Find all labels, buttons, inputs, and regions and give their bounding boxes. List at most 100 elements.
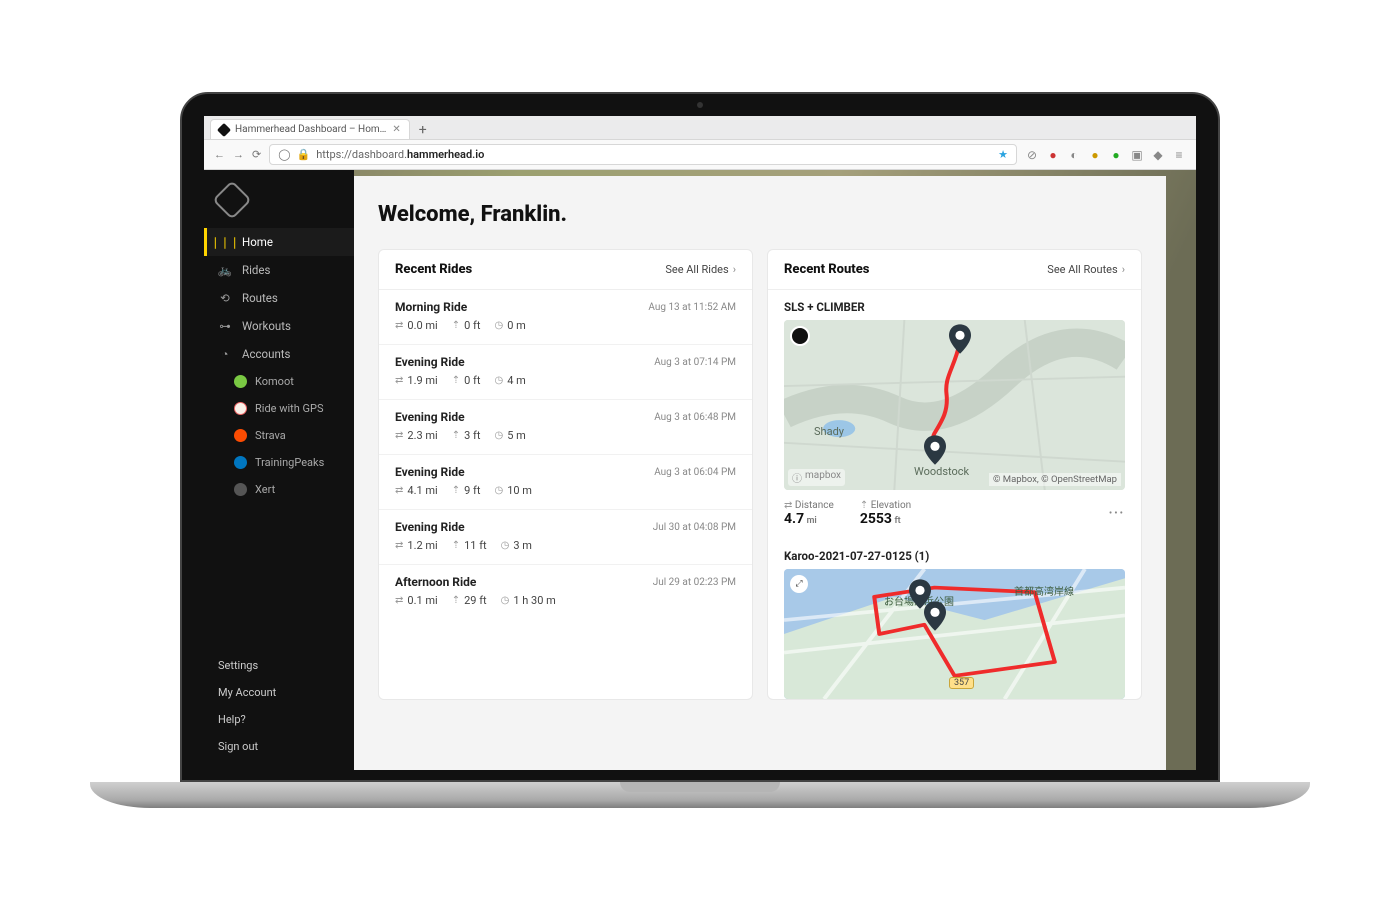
- camera-dot: [697, 102, 703, 108]
- ext-icon[interactable]: ◆: [1151, 148, 1165, 162]
- app-viewport: ❘❘❘ Home 🚲 Rides ⟲ Routes ⊶: [204, 170, 1196, 770]
- ride-row[interactable]: Evening RideJul 30 at 04:08 PM⇄1.2 mi⇡11…: [379, 510, 752, 565]
- road-shield: 357: [949, 677, 974, 689]
- ext-icon[interactable]: ●: [1046, 148, 1060, 162]
- card-title: Recent Routes: [784, 262, 869, 277]
- ext-icon[interactable]: ⊘: [1025, 148, 1039, 162]
- duration-icon: ◷: [501, 595, 510, 606]
- ext-icon[interactable]: ▣: [1130, 148, 1144, 162]
- distance-icon: ⇄: [395, 595, 403, 606]
- footer-sign-out[interactable]: Sign out: [204, 733, 354, 760]
- distance-icon: ⇄: [784, 500, 792, 511]
- center-map-icon[interactable]: [790, 326, 810, 346]
- sidebar-item-routes[interactable]: ⟲ Routes: [204, 284, 354, 312]
- sidebar-item-rides[interactable]: 🚲 Rides: [204, 256, 354, 284]
- map-pin-icon: [924, 601, 946, 631]
- bike-icon: 🚲: [218, 263, 232, 277]
- screen-bezel: Hammerhead Dashboard – Hom… ✕ + ← → ⟳ ◯ …: [180, 92, 1220, 782]
- bookmark-star-icon[interactable]: ★: [998, 148, 1008, 161]
- sidebar-item-home[interactable]: ❘❘❘ Home: [204, 228, 354, 256]
- ext-icon[interactable]: ●: [1109, 148, 1123, 162]
- see-all-rides-link[interactable]: See All Rides›: [665, 263, 736, 276]
- sidebar-nav: ❘❘❘ Home 🚲 Rides ⟲ Routes ⊶: [204, 228, 354, 503]
- account-link-xert[interactable]: Xert: [204, 476, 354, 503]
- browser-extensions: ⊘ ● ◐ ● ● ▣ ◆ ≡: [1025, 148, 1186, 162]
- url-bar[interactable]: ◯ 🔒 https://dashboard.hammerhead.io ★: [269, 144, 1017, 165]
- card-recent-rides: Recent Rides See All Rides› Morning Ride…: [378, 249, 753, 700]
- account-link-komoot[interactable]: Komoot: [204, 368, 354, 395]
- dashboard-cards: Recent Rides See All Rides› Morning Ride…: [378, 249, 1142, 700]
- ride-stats: ⇄2.3 mi⇡3 ft◷5 m: [395, 429, 736, 442]
- browser-tab[interactable]: Hammerhead Dashboard – Hom… ✕: [210, 119, 410, 139]
- new-tab-button[interactable]: +: [410, 121, 436, 139]
- close-tab-icon[interactable]: ✕: [392, 124, 400, 135]
- reload-button[interactable]: ⟳: [252, 148, 261, 161]
- sidebar-item-accounts[interactable]: ◔ Accounts: [204, 340, 354, 368]
- ext-icon[interactable]: ●: [1088, 148, 1102, 162]
- distance-icon: ⇄: [395, 540, 403, 551]
- ride-stats: ⇄4.1 mi⇡9 ft◷10 m: [395, 484, 736, 497]
- service-dot-icon: [234, 375, 247, 388]
- card-title: Recent Rides: [395, 262, 472, 277]
- footer-settings[interactable]: Settings: [204, 652, 354, 679]
- elevation-icon: ⇡: [452, 430, 460, 441]
- footer-help[interactable]: Help?: [204, 706, 354, 733]
- browser-menu-icon[interactable]: ≡: [1172, 148, 1186, 162]
- forward-button[interactable]: →: [233, 148, 244, 161]
- route-item[interactable]: Karoo-2021-07-27-0125 (1) ⤢: [768, 539, 1141, 699]
- browser-toolbar: ← → ⟳ ◯ 🔒 https://dashboard.hammerhead.i…: [204, 140, 1196, 170]
- route-item[interactable]: SLS + CLIMBER: [768, 290, 1141, 539]
- route-more-menu[interactable]: •••: [1109, 508, 1125, 519]
- ride-row[interactable]: Morning RideAug 13 at 11:52 AM⇄0.0 mi⇡0 …: [379, 290, 752, 345]
- back-button[interactable]: ←: [214, 148, 225, 161]
- route-map[interactable]: Shady Woodstock ⓘ mapbox © M: [784, 320, 1125, 490]
- map-place-label: Woodstock: [914, 465, 969, 478]
- mapbox-badge: ⓘ mapbox: [788, 469, 845, 486]
- account-link-ridewithgps[interactable]: Ride with GPS: [204, 395, 354, 422]
- duration-icon: ◷: [494, 375, 503, 386]
- sidebar-item-label: Accounts: [242, 347, 291, 361]
- ride-name: Afternoon Ride: [395, 575, 476, 589]
- ride-row[interactable]: Evening RideAug 3 at 06:48 PM⇄2.3 mi⇡3 f…: [379, 400, 752, 455]
- main-content: Welcome, Franklin. Recent Rides See All …: [354, 176, 1166, 770]
- ride-row[interactable]: Evening RideAug 3 at 06:04 PM⇄4.1 mi⇡9 f…: [379, 455, 752, 510]
- ride-row[interactable]: Afternoon RideJul 29 at 02:23 PM⇄0.1 mi⇡…: [379, 565, 752, 619]
- chevron-right-icon: ›: [733, 263, 736, 276]
- center-map-icon[interactable]: ⤢: [790, 575, 808, 593]
- rides-list: Morning RideAug 13 at 11:52 AM⇄0.0 mi⇡0 …: [379, 290, 752, 619]
- bars-icon: ❘❘❘: [218, 235, 232, 249]
- screen: Hammerhead Dashboard – Hom… ✕ + ← → ⟳ ◯ …: [204, 116, 1196, 770]
- brand-logo-icon[interactable]: [212, 180, 252, 220]
- ride-row[interactable]: Evening RideAug 3 at 07:14 PM⇄1.9 mi⇡0 f…: [379, 345, 752, 400]
- see-all-routes-link[interactable]: See All Routes›: [1047, 263, 1125, 276]
- sidebar-item-label: Rides: [242, 263, 270, 277]
- browser-tab-strip: Hammerhead Dashboard – Hom… ✕ +: [204, 116, 1196, 140]
- ride-timestamp: Aug 3 at 06:48 PM: [654, 412, 736, 423]
- ride-name: Evening Ride: [395, 355, 465, 369]
- account-link-strava[interactable]: Strava: [204, 422, 354, 449]
- ext-icon[interactable]: ◐: [1067, 148, 1081, 162]
- ride-stats: ⇄1.9 mi⇡0 ft◷4 m: [395, 374, 736, 387]
- chevron-right-icon: ›: [1122, 263, 1125, 276]
- elevation-icon: ⇡: [452, 320, 460, 331]
- footer-my-account[interactable]: My Account: [204, 679, 354, 706]
- distance-icon: ⇄: [395, 320, 403, 331]
- map-pin-icon: [949, 324, 971, 354]
- duration-icon: ◷: [494, 485, 503, 496]
- distance-icon: ⇄: [395, 485, 403, 496]
- route-name: Karoo-2021-07-27-0125 (1): [784, 549, 1125, 563]
- accounts-icon: ◔: [218, 347, 232, 361]
- ride-timestamp: Aug 3 at 06:04 PM: [654, 467, 736, 478]
- map-attribution: © Mapbox, © OpenStreetMap: [989, 473, 1121, 486]
- route-map[interactable]: ⤢ お台場海浜公園 首都高湾岸線 357: [784, 569, 1125, 699]
- distance-icon: ⇄: [395, 375, 403, 386]
- sidebar: ❘❘❘ Home 🚲 Rides ⟲ Routes ⊶: [204, 170, 354, 770]
- card-recent-routes: Recent Routes See All Routes› SLS + CLIM…: [767, 249, 1142, 700]
- account-link-trainingpeaks[interactable]: TrainingPeaks: [204, 449, 354, 476]
- service-dot-icon: [234, 456, 247, 469]
- laptop-base: [90, 782, 1310, 808]
- favicon-icon: [217, 122, 231, 136]
- elevation-icon: ⇡: [860, 500, 868, 511]
- duration-icon: ◷: [501, 540, 510, 551]
- sidebar-item-workouts[interactable]: ⊶ Workouts: [204, 312, 354, 340]
